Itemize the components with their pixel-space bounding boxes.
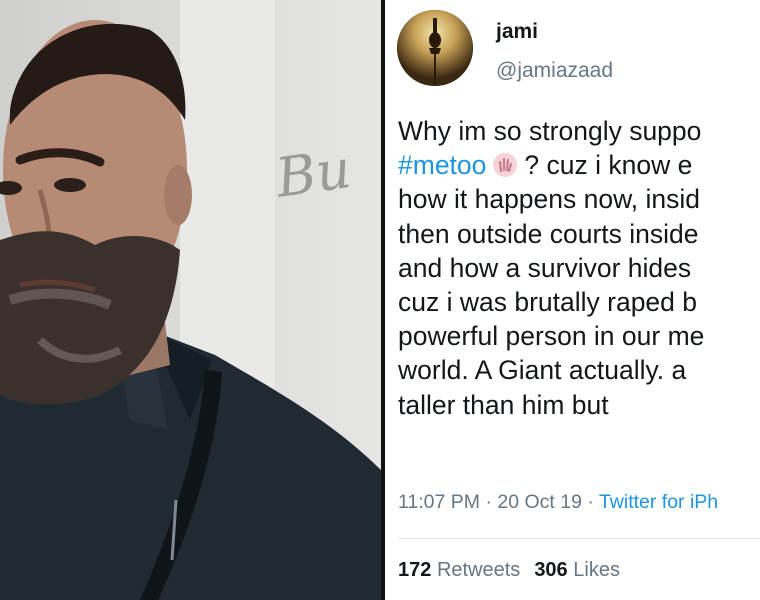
avatar[interactable] bbox=[397, 10, 473, 86]
portrait-photo: Bu bbox=[0, 0, 381, 600]
tweet-line: and how a survivor hides bbox=[398, 252, 692, 283]
tweet-line: then outside courts inside bbox=[398, 218, 699, 249]
tweet-date[interactable]: 20 Oct 19 bbox=[497, 491, 582, 513]
man-portrait-illustration bbox=[0, 20, 381, 600]
tweet-stats: 172 Retweets 306 Likes bbox=[398, 559, 620, 582]
meta-separator: · bbox=[587, 491, 594, 513]
tweet-line: taller than him but bbox=[398, 389, 609, 420]
hashtag-link[interactable]: #metoo bbox=[398, 150, 486, 180]
tweet-line: cuz i was brutally raped b bbox=[398, 286, 698, 317]
tweet-text: Why im so strongly suppo #metoo? cuz i k… bbox=[398, 114, 760, 422]
likes-label: Likes bbox=[573, 559, 620, 581]
likes-count: 306 bbox=[534, 559, 568, 581]
tweet-meta: 11:07 PM · 20 Oct 19 · Twitter for iPh bbox=[398, 491, 718, 514]
tweet-time[interactable]: 11:07 PM bbox=[398, 491, 480, 513]
tweet-line: powerful person in our me bbox=[398, 321, 705, 352]
raised-hand-emoji-icon bbox=[493, 153, 518, 178]
retweets-count: 172 bbox=[398, 559, 432, 581]
tweet-line: Why im so strongly suppo bbox=[398, 116, 702, 146]
meta-separator: · bbox=[485, 491, 492, 513]
retweets-label: Retweets bbox=[436, 559, 521, 581]
retweets-stat[interactable]: 172 Retweets bbox=[398, 559, 520, 581]
user-handle[interactable]: @jamiazaad bbox=[496, 59, 613, 83]
lamp-avatar-icon bbox=[397, 10, 473, 86]
tweet-source-link[interactable]: Twitter for iPh bbox=[599, 491, 718, 513]
tweet-line: world. A Giant actually. a bbox=[398, 355, 687, 386]
tweet-line: how it happens now, insid bbox=[398, 184, 701, 215]
tweet-card: jami @jamiazaad Why im so strongly suppo… bbox=[385, 0, 760, 600]
tweet-line: #metoo? cuz i know e bbox=[398, 150, 693, 181]
likes-stat[interactable]: 306 Likes bbox=[534, 559, 620, 581]
stats-divider bbox=[398, 538, 760, 539]
display-name[interactable]: jami bbox=[496, 20, 538, 44]
